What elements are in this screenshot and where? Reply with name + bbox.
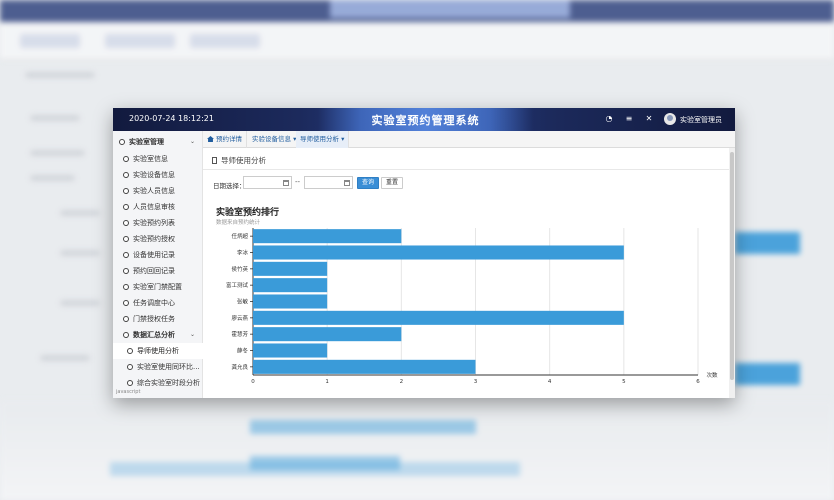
category-label: 李冰 xyxy=(237,249,249,257)
bg-line xyxy=(30,175,75,181)
sidebar-item[interactable]: 实验预约列表 xyxy=(113,215,203,231)
circle-icon xyxy=(123,284,129,290)
circle-icon xyxy=(123,268,129,274)
bg-header xyxy=(0,0,834,22)
category-label: 龚允良 xyxy=(231,363,248,371)
x-tick-label: 2 xyxy=(400,379,404,385)
current-datetime: 2020-07-24 18:12:21 xyxy=(129,114,214,123)
chevron-down-icon: ⌄ xyxy=(189,138,195,145)
bar xyxy=(253,294,328,309)
x-tick-label: 0 xyxy=(251,379,255,385)
bg-line xyxy=(30,115,80,121)
circle-icon xyxy=(127,364,133,370)
system-title: 实验室预约管理系统 xyxy=(371,114,480,127)
tab-bar: 预约详情 实验设备信息 ▾ 导师使用分析 ▾ xyxy=(203,131,735,148)
sidebar: 实验室管理 ⌄ 实验室信息 实验设备信息 实验人员信息 人员信息审核 实验预约列… xyxy=(113,131,203,398)
circle-icon xyxy=(123,172,129,178)
tab-advisor-usage[interactable]: 导师使用分析 ▾ xyxy=(296,131,350,148)
app-window: 2020-07-24 18:12:21 实验室预约管理系统 ◔ ≡ ✕ 实验室管… xyxy=(113,108,735,398)
bg-reflection xyxy=(0,400,834,500)
sidebar-item[interactable]: 实验室使用同环比... xyxy=(113,359,203,375)
category-label: 张敏 xyxy=(237,298,249,306)
sidebar-item[interactable]: 设备使用记录 xyxy=(113,247,203,263)
bar xyxy=(253,310,624,325)
chevron-down-icon: ⌄ xyxy=(189,331,195,338)
sidebar-item[interactable]: 实验室门禁配置 xyxy=(113,279,203,295)
category-label: 任炳超 xyxy=(231,232,248,240)
bg-line xyxy=(60,250,100,256)
x-tick-label: 1 xyxy=(325,379,329,385)
bar xyxy=(253,261,328,276)
sidebar-item[interactable]: 实验人员信息 xyxy=(113,183,203,199)
tab-booking-details[interactable]: 预约详情 xyxy=(203,131,247,148)
sidebar-item[interactable]: 实验室信息 xyxy=(113,151,203,167)
x-tick-label: 6 xyxy=(696,379,700,385)
circle-icon xyxy=(123,252,129,258)
bg-line xyxy=(60,300,100,306)
tab-lab-equipment[interactable]: 实验设备信息 ▾ xyxy=(248,131,302,148)
bar xyxy=(253,245,624,260)
circle-icon xyxy=(123,188,129,194)
circle-icon xyxy=(123,204,129,210)
circle-icon xyxy=(123,300,129,306)
bg-line xyxy=(60,210,100,216)
bar xyxy=(253,229,402,244)
x-tick-label: 5 xyxy=(622,379,626,385)
sidebar-group-lab-management[interactable]: 实验室管理 ⌄ xyxy=(113,134,203,150)
bg-line xyxy=(40,355,90,361)
x-axis-label: 次数 xyxy=(706,371,718,379)
user-avatar[interactable] xyxy=(664,113,676,125)
sidebar-item[interactable]: 实验预约授权 xyxy=(113,231,203,247)
category-label: 廖云燕 xyxy=(231,314,248,322)
bg-tab xyxy=(190,34,260,48)
bg-line xyxy=(30,150,85,156)
bg-bar xyxy=(735,232,800,254)
bar-chart: 0 1 2 3 4 5 6 任炳超李冰侯竹英富工测试张敏廖云燕霍慧芳薛冬龚允良次数 xyxy=(226,228,718,385)
sidebar-item[interactable]: 任务调度中心 xyxy=(113,295,203,311)
circle-icon xyxy=(123,220,129,226)
user-name[interactable]: 实验室管理员 xyxy=(680,115,722,125)
bg-line xyxy=(25,72,95,78)
circle-icon xyxy=(127,380,133,386)
bar xyxy=(253,343,328,358)
top-header: 2020-07-24 18:12:21 实验室预约管理系统 ◔ ≡ ✕ 实验室管… xyxy=(113,108,735,131)
category-label: 霍慧芳 xyxy=(231,330,248,338)
fullscreen-icon[interactable]: ✕ xyxy=(644,114,654,124)
sidebar-item[interactable]: 实验设备信息 xyxy=(113,167,203,183)
x-tick-label: 3 xyxy=(474,379,478,385)
sidebar-item-advisor-usage[interactable]: 导师使用分析 xyxy=(113,343,203,359)
scrollbar[interactable] xyxy=(729,148,735,398)
dashboard-icon[interactable]: ◔ xyxy=(604,114,614,124)
bar xyxy=(253,278,328,293)
sidebar-item[interactable]: 人员信息审核 xyxy=(113,199,203,215)
menu-icon[interactable]: ≡ xyxy=(624,114,634,124)
bar xyxy=(253,327,402,342)
category-label: 薛冬 xyxy=(237,347,249,355)
bg-bar xyxy=(735,363,800,385)
home-icon xyxy=(207,136,214,142)
bar xyxy=(253,359,476,374)
bg-tab xyxy=(20,34,80,48)
bg-bar xyxy=(250,420,476,434)
scroll-thumb[interactable] xyxy=(730,152,734,380)
bg-tab xyxy=(105,34,175,48)
x-tick-label: 4 xyxy=(548,379,552,385)
sidebar-item[interactable]: 预约回回记录 xyxy=(113,263,203,279)
status-text: javascript xyxy=(116,389,141,395)
circle-icon xyxy=(127,348,133,354)
circle-icon xyxy=(119,139,125,145)
bg-bar xyxy=(110,462,520,476)
sidebar-group-data-analysis[interactable]: 数据汇总分析 ⌄ xyxy=(113,327,203,343)
circle-icon xyxy=(123,156,129,162)
sidebar-item[interactable]: 门禁授权任务 xyxy=(113,311,203,327)
circle-icon xyxy=(123,316,129,322)
category-label: 侯竹英 xyxy=(231,265,248,273)
circle-icon xyxy=(123,236,129,242)
circle-icon xyxy=(123,332,129,338)
main-content: 导师使用分析 日期选择： -- 查询 重置 实验室预约排行 数据来自预约统计 0… xyxy=(203,148,735,398)
category-label: 富工测试 xyxy=(226,281,249,289)
